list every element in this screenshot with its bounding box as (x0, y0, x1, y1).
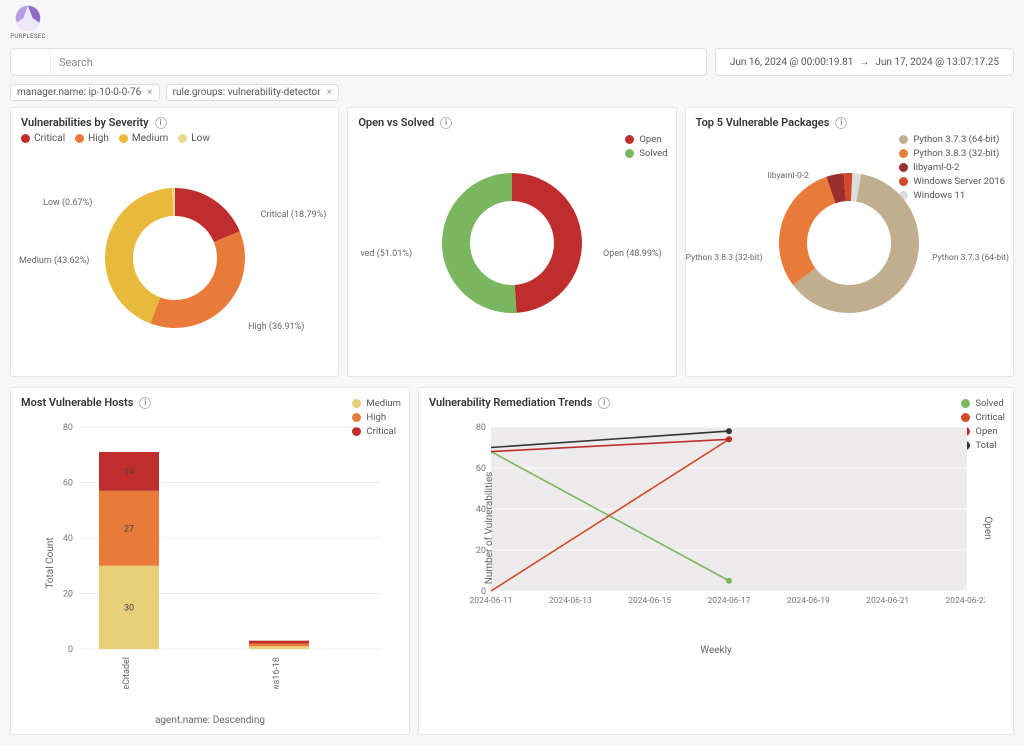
y-axis-label: Total Count (45, 537, 56, 588)
x-axis-label: Weekly (429, 645, 1003, 656)
search-placeholder: Search (59, 56, 93, 69)
line-chart-trends[interactable]: 0204060802024-06-112024-06-132024-06-152… (465, 419, 985, 619)
slice-label-low: Low (0.67%) (43, 198, 92, 208)
brand-logo: PURPLESEC (10, 4, 46, 40)
legend-item[interactable]: Low (178, 133, 210, 144)
panel-title: Vulnerabilities by Severity (21, 116, 149, 129)
y-axis-label: Number of Vulnerabilities (484, 472, 495, 585)
info-icon[interactable]: i (598, 397, 610, 409)
close-icon[interactable]: × (145, 87, 154, 98)
donut-slice[interactable] (442, 173, 516, 313)
panel-title: Top 5 Vulnerable Packages (696, 116, 830, 129)
legend-item[interactable]: Medium (352, 398, 401, 409)
legend-swatch (961, 399, 970, 408)
panel-packages: Top 5 Vulnerable Packages i Python 3.7.3… (685, 107, 1014, 377)
donut-severity[interactable] (90, 173, 260, 343)
svg-text:TheCitadel: TheCitadel (122, 657, 132, 689)
filter-tag-label: manager.name: ip-10-0-0-76 (17, 87, 141, 98)
bar-segment[interactable] (249, 646, 309, 649)
svg-text:20: 20 (63, 590, 73, 600)
legend-item[interactable]: Solved (961, 398, 1005, 409)
info-icon[interactable]: i (440, 117, 452, 129)
svg-text:2024-06-11: 2024-06-11 (470, 596, 513, 606)
search-bar[interactable]: Search (10, 48, 707, 76)
svg-text:2024-06-15: 2024-06-15 (628, 596, 671, 606)
date-from: Jun 16, 2024 @ 00:00:19.81 (730, 57, 854, 68)
svg-text:30: 30 (124, 603, 134, 613)
donut-slice[interactable] (150, 231, 245, 328)
date-arrow: → (859, 57, 869, 68)
panel-title: Most Vulnerable Hosts (21, 396, 133, 409)
slice-label-libyaml: libyaml-0-2 (768, 171, 809, 181)
slice-label-solved: ved (51.01%) (360, 249, 412, 259)
legend-swatch (21, 134, 30, 143)
filter-tag-label: rule.groups: vulnerability-detector (173, 87, 321, 98)
slice-label-open: Open (48.99%) (603, 249, 662, 259)
right-axis-label: Open (982, 516, 993, 539)
svg-text:14: 14 (124, 467, 134, 477)
slice-label-critical: Critical (18.79%) (261, 210, 327, 220)
bar-segment[interactable] (249, 641, 309, 644)
legend-item[interactable]: High (75, 133, 109, 144)
slice-label-py37: Python 3.7.3 (64-bit) (932, 253, 1009, 263)
svg-text:2024-06-23: 2024-06-23 (946, 596, 985, 606)
legend-item[interactable]: Medium (119, 133, 168, 144)
svg-text:2024-06-21: 2024-06-21 (866, 596, 909, 606)
svg-text:2024-06-17: 2024-06-17 (708, 596, 751, 606)
legend-item[interactable]: Critical (21, 133, 65, 144)
svg-text:80: 80 (476, 423, 486, 433)
slice-label-py38: Python 3.8.3 (32-bit) (686, 253, 763, 263)
bar-chart-hosts[interactable]: 0 20 40 60 80 30 27 14 TheCitadel Windows16-18 (51, 419, 391, 689)
search-filter-button[interactable] (11, 49, 51, 75)
x-axis-label: agent.name: Descending (21, 715, 399, 726)
filter-tag-rulegroup[interactable]: rule.groups: vulnerability-detector × (166, 84, 339, 101)
info-icon[interactable]: i (835, 117, 847, 129)
logo-icon (13, 4, 43, 32)
slice-label-high: High (36.91%) (248, 322, 304, 332)
legend-swatch (75, 134, 84, 143)
legend-swatch (119, 134, 128, 143)
svg-text:Windows16-18: Windows16-18 (272, 657, 282, 689)
close-icon[interactable]: × (325, 87, 334, 98)
info-icon[interactable]: i (155, 117, 167, 129)
svg-text:40: 40 (63, 534, 73, 544)
bar-segment[interactable] (249, 643, 309, 646)
legend-swatch (178, 134, 187, 143)
svg-text:80: 80 (63, 423, 73, 433)
donut-packages[interactable] (764, 158, 934, 328)
date-range-picker[interactable]: Jun 16, 2024 @ 00:00:19.81 → Jun 17, 202… (715, 48, 1014, 76)
svg-text:0: 0 (68, 645, 73, 655)
donut-slice[interactable] (512, 173, 582, 313)
legend-label: High (88, 133, 109, 144)
legend-label: Medium (132, 133, 168, 144)
brand-name: PURPLESEC (10, 33, 45, 40)
date-to: Jun 17, 2024 @ 13:07:17.25 (875, 57, 999, 68)
panel-trends: Vulnerability Remediation Trends i Solve… (418, 387, 1014, 735)
legend-label: Medium (366, 398, 401, 409)
legend-label: Low (191, 133, 210, 144)
legend-swatch (352, 399, 361, 408)
donut-open-solved[interactable] (427, 158, 597, 328)
panel-title: Vulnerability Remediation Trends (429, 396, 592, 409)
legend-label: Solved (975, 398, 1003, 409)
panel-title: Open vs Solved (358, 116, 434, 129)
legend-label: Critical (34, 133, 65, 144)
svg-text:60: 60 (63, 479, 73, 489)
filter-tag-manager[interactable]: manager.name: ip-10-0-0-76 × (10, 84, 160, 101)
donut-slice[interactable] (779, 177, 835, 285)
info-icon[interactable]: i (139, 397, 151, 409)
panel-severity: Vulnerabilities by Severity i Critical Hi… (10, 107, 339, 377)
donut-slice[interactable] (175, 188, 240, 242)
svg-text:2024-06-13: 2024-06-13 (549, 596, 592, 606)
svg-text:2024-06-19: 2024-06-19 (787, 596, 830, 606)
panel-hosts: Most Vulnerable Hosts i MediumHighCritic… (10, 387, 410, 735)
slice-label-medium: Medium (43.62%) (19, 256, 89, 266)
panel-open-solved: Open vs Solved i OpenSolved Open (48.99%… (347, 107, 676, 377)
svg-text:27: 27 (124, 524, 134, 534)
